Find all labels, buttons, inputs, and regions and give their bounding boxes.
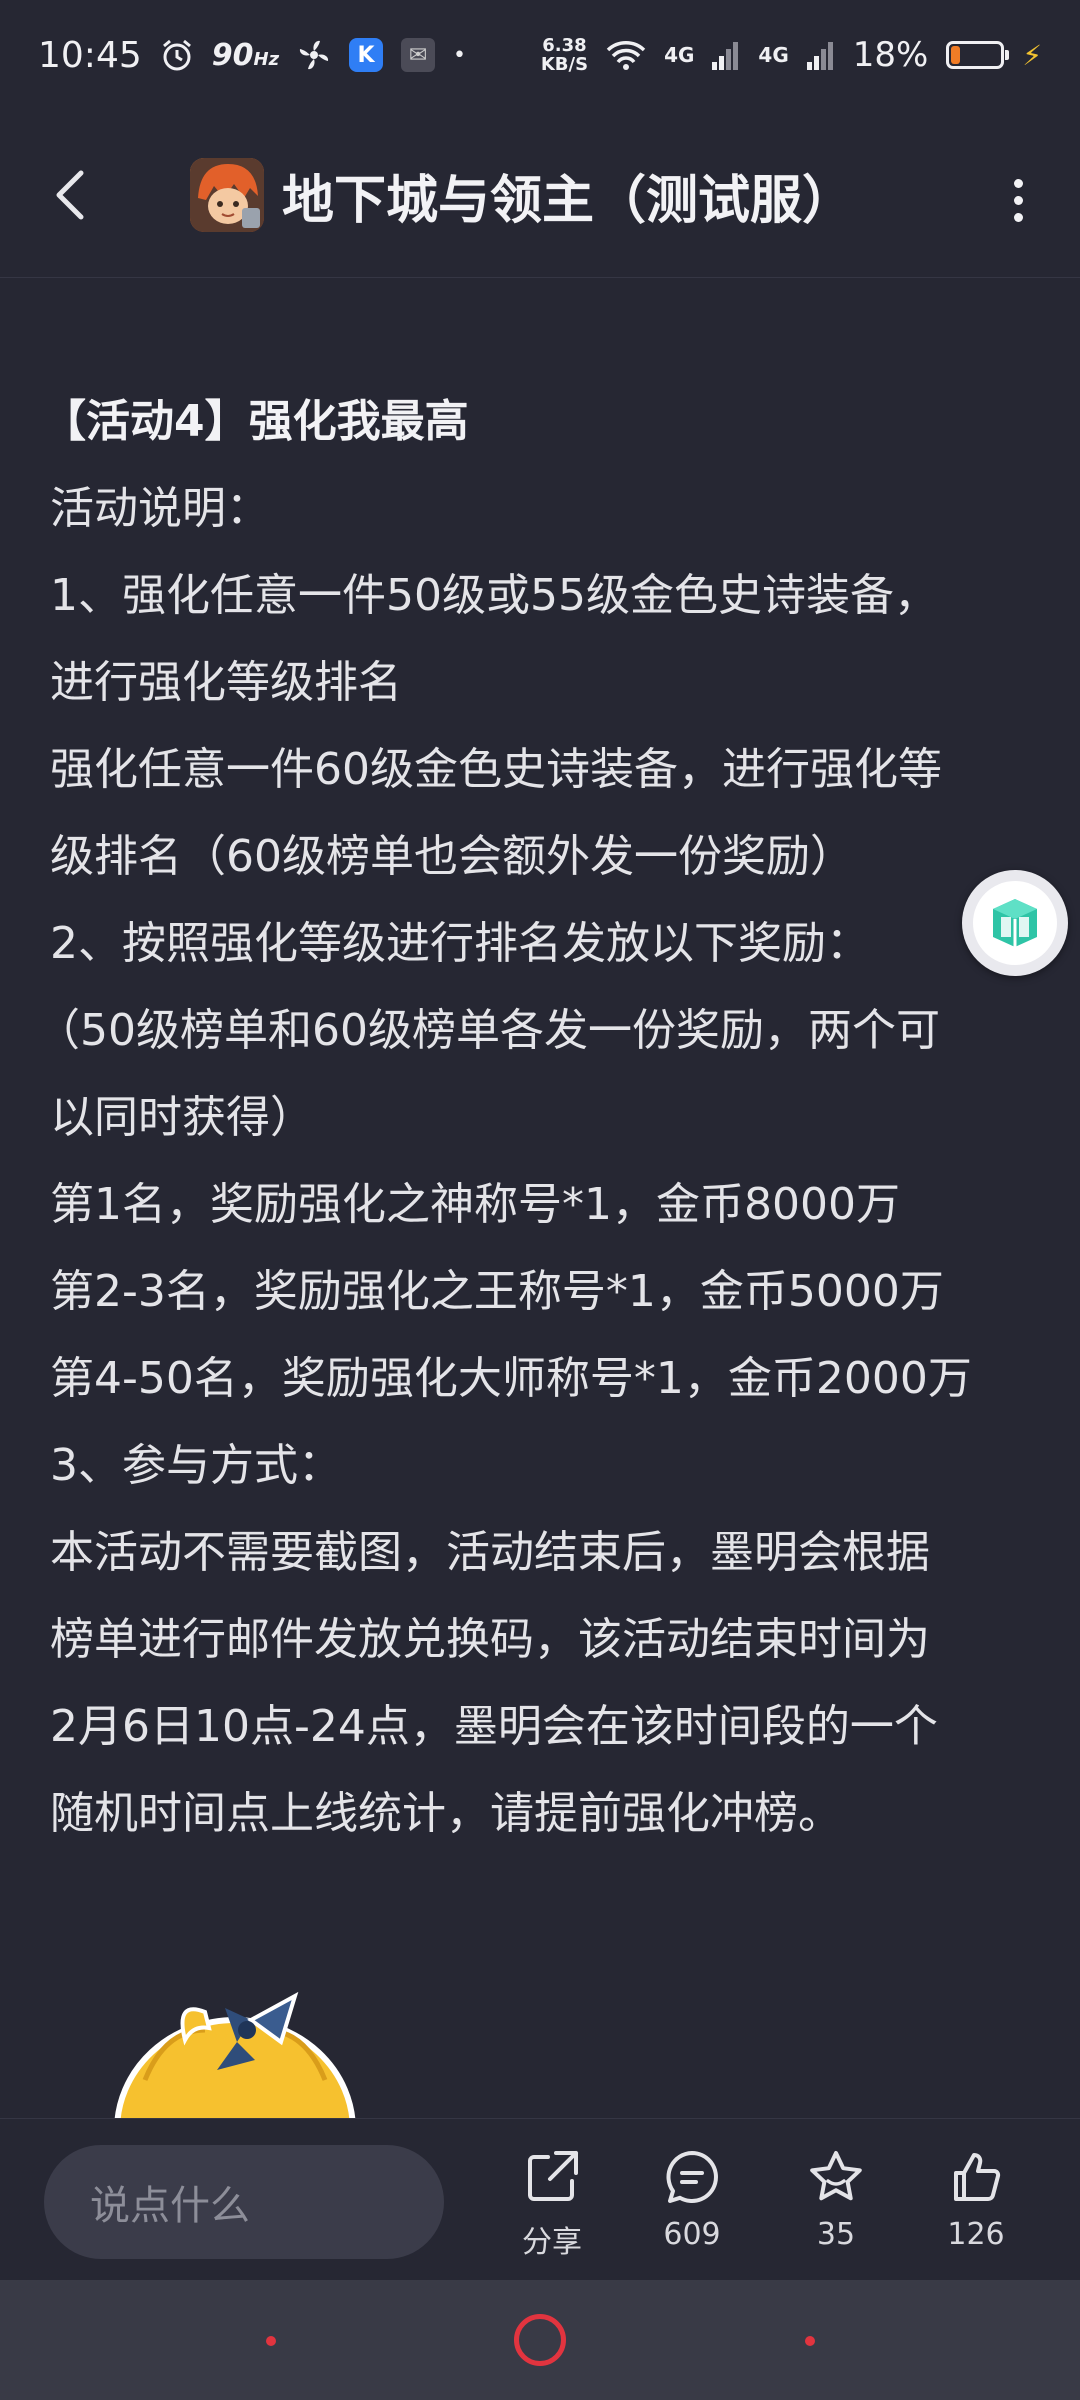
post-line: 本活动不需要截图，活动结束后，墨明会根据	[50, 1527, 930, 1578]
comment-icon	[666, 2151, 718, 2203]
page-title: 地下城与领主（测试服）	[282, 170, 855, 231]
likes-count: 126	[947, 2217, 1005, 2252]
top-bar: 地下城与领主（测试服）	[0, 110, 1080, 278]
more-notifications-dot: •	[453, 42, 467, 68]
more-dot	[1013, 195, 1023, 205]
post-line: 3、参与方式：	[50, 1440, 342, 1491]
charging-icon: ⚡	[1022, 38, 1042, 72]
post-line: 2月6日10点-24点，墨明会在该时间段的一个	[50, 1701, 938, 1752]
signal-label-2: 4G	[758, 43, 789, 67]
refresh-rate-value: 90	[211, 37, 254, 73]
bottom-action-bar: 说点什么 分享 609 35 126	[0, 2118, 1080, 2280]
mail-notification-icon: ✉	[401, 38, 436, 72]
wifi-icon	[606, 39, 646, 71]
status-left: 10:45 90Hz K ✉ •	[38, 35, 466, 76]
share-label: 分享	[522, 2225, 582, 2260]
network-speed-value: 6.38	[542, 35, 587, 56]
network-speed-unit: KB/S	[540, 54, 589, 75]
post-body: 【活动4】强化我最高 活动说明： 1、强化任意一件50级或55级金色史诗装备， …	[36, 378, 1040, 1857]
game-avatar[interactable]	[190, 158, 264, 232]
more-vertical-icon	[1013, 178, 1023, 188]
signal-icon	[806, 40, 835, 70]
comments-count: 609	[663, 2217, 721, 2252]
back-button[interactable]	[40, 160, 100, 230]
nav-menu-button[interactable]	[266, 2336, 276, 2346]
share-icon	[528, 2151, 578, 2201]
favorite-button[interactable]: 35	[776, 2147, 896, 2267]
chevron-left-icon	[56, 170, 84, 220]
post-line: 以同时获得）	[50, 1092, 314, 1143]
refresh-rate-unit: Hz	[253, 48, 280, 70]
comments-button[interactable]: 609	[632, 2147, 752, 2267]
app-notification-icon: K	[349, 38, 384, 72]
post-line: 2、按照强化等级进行排名发放以下奖励：	[50, 918, 870, 969]
header-title-group[interactable]: 地下城与领主（测试服）	[190, 155, 854, 235]
favorites-count: 35	[816, 2217, 856, 2252]
floating-cube-button[interactable]	[962, 870, 1068, 976]
alarm-icon	[160, 38, 194, 72]
post-line: 1、强化任意一件50级或55级金色史诗装备，	[50, 570, 938, 621]
more-dot	[1013, 212, 1023, 222]
post-line: 榜单进行邮件发放兑换码，该活动结束时间为	[50, 1614, 930, 1665]
nav-back-button[interactable]	[805, 2336, 815, 2346]
battery-fill	[951, 46, 961, 64]
like-button[interactable]: 126	[916, 2147, 1036, 2267]
post-line: 强化任意一件60级金色史诗装备，进行强化等	[50, 744, 942, 795]
post-line: 级排名（60级榜单也会额外发一份奖励）	[50, 831, 854, 882]
signal-icon	[712, 40, 740, 70]
refresh-rate-indicator: 90Hz	[212, 38, 279, 73]
post-line: 第2-3名，奖励强化之王称号*1，金币5000万	[50, 1266, 944, 1317]
battery-icon	[946, 41, 1010, 69]
post-line: （50级榜单和60级榜单各发一份奖励，两个可	[36, 1005, 940, 1056]
comment-input[interactable]: 说点什么	[44, 2145, 444, 2259]
status-right: 6.38 KB/S 4G 4G 18% ⚡	[541, 35, 1042, 75]
battery-percent: 18%	[852, 35, 929, 75]
post-line: 随机时间点上线统计，请提前强化冲榜。	[50, 1788, 842, 1839]
cube-icon	[993, 899, 1037, 947]
status-time: 10:45	[38, 34, 142, 76]
post-heading: 【活动4】强化我最高	[42, 396, 469, 447]
floating-button-inner	[973, 881, 1057, 965]
comment-input-placeholder: 说点什么	[90, 2183, 250, 2229]
post-line: 活动说明：	[50, 483, 270, 534]
post-line: 进行强化等级排名	[50, 657, 402, 708]
thumbs-up-icon	[954, 2153, 1001, 2201]
pumpkin-mascot-image	[105, 1990, 370, 2120]
more-options-button[interactable]	[988, 165, 1048, 235]
system-nav-bar	[0, 2280, 1080, 2400]
signal-label-1: 4G	[664, 43, 695, 67]
post-line: 第4-50名，奖励强化大师称号*1，金币2000万	[50, 1353, 972, 1404]
post-line: 第1名，奖励强化之神称号*1，金币8000万	[50, 1179, 900, 1230]
share-button[interactable]: 分享	[492, 2147, 612, 2267]
network-speed: 6.38 KB/S	[541, 36, 588, 74]
status-bar: 10:45 90Hz K ✉ • 6.38 KB/S 4G 4G 18% ⚡	[0, 0, 1080, 110]
fan-icon	[297, 38, 331, 72]
nav-home-button[interactable]	[514, 2314, 566, 2366]
star-icon	[810, 2151, 862, 2201]
